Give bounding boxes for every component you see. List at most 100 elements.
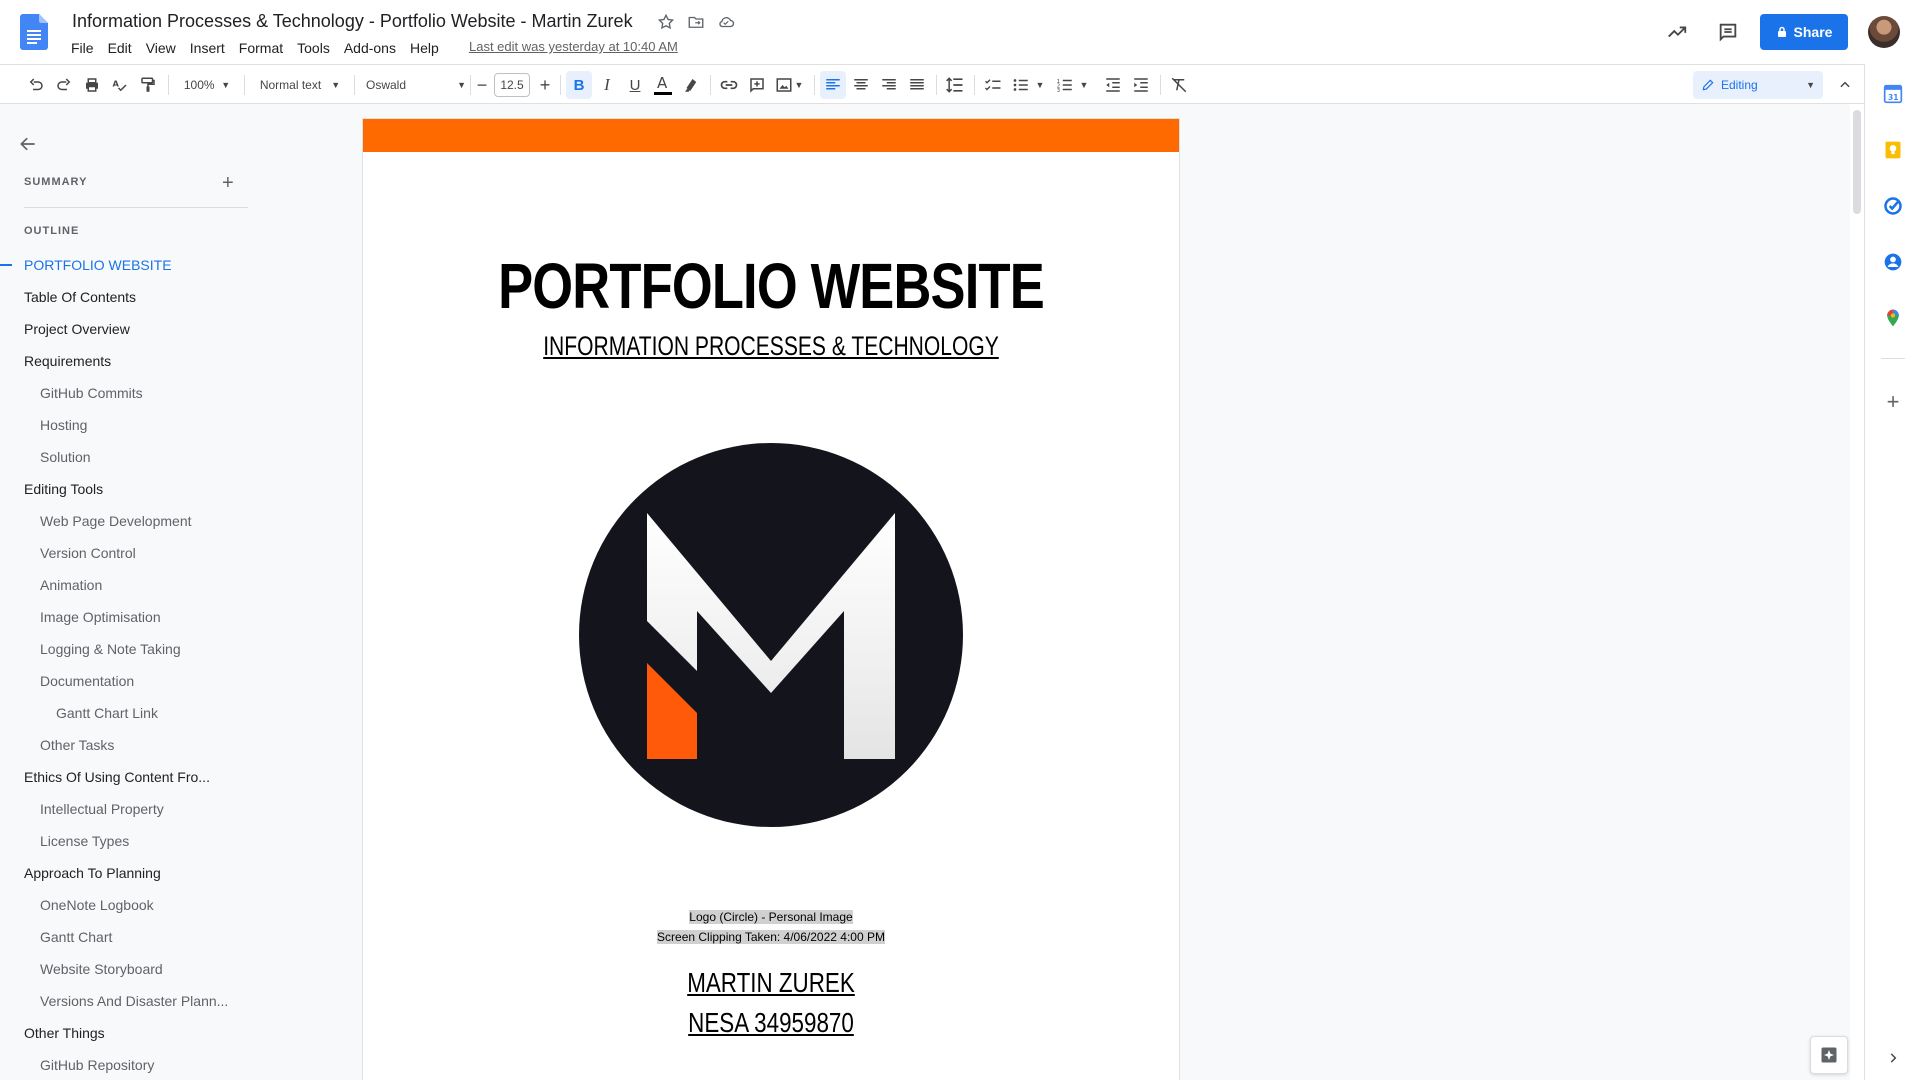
outline-item[interactable]: Approach To Planning	[24, 865, 161, 881]
outline-item[interactable]: Hosting	[40, 417, 87, 433]
outline-item[interactable]: Animation	[40, 577, 102, 593]
back-arrow-icon[interactable]	[18, 134, 38, 159]
increase-font-size-button[interactable]: +	[534, 65, 556, 105]
comments-icon[interactable]	[1714, 18, 1742, 46]
menu-edit[interactable]: Edit	[101, 38, 139, 58]
font-select[interactable]: Oswald ▼	[366, 65, 466, 105]
outline-item[interactable]: OneNote Logbook	[40, 897, 154, 913]
outline-item[interactable]: Requirements	[24, 353, 111, 369]
outline-item[interactable]: Ethics Of Using Content Fro...	[24, 769, 210, 785]
align-center-icon[interactable]	[848, 65, 874, 105]
get-addons-plus-icon[interactable]: +	[1881, 389, 1905, 414]
outline-item[interactable]: GitHub Commits	[40, 385, 143, 401]
checklist-icon[interactable]	[980, 65, 1006, 105]
avatar[interactable]	[1868, 16, 1900, 48]
outline-item[interactable]: Website Storyboard	[40, 961, 163, 977]
redo-icon[interactable]	[52, 65, 76, 105]
contacts-icon[interactable]	[1881, 250, 1905, 274]
last-edit-link[interactable]: Last edit was yesterday at 10:40 AM	[469, 39, 678, 54]
lock-icon	[1777, 26, 1786, 37]
share-button[interactable]: Share	[1760, 14, 1848, 50]
document-outline-panel: SUMMARY + OUTLINE PORTFOLIO WEBSITE Table…	[0, 104, 262, 1080]
outline-item[interactable]: GitHub Repository	[40, 1057, 154, 1073]
increase-indent-icon[interactable]	[1128, 65, 1154, 105]
menu-bar: File Edit View Insert Format Tools Add-o…	[64, 38, 446, 58]
spellcheck-icon[interactable]: A	[108, 65, 132, 105]
outline-item[interactable]: Image Optimisation	[40, 609, 161, 625]
docs-logo-icon[interactable]	[20, 14, 48, 50]
zoom-select[interactable]: 100% ▼	[176, 65, 238, 105]
outline-item[interactable]: Editing Tools	[24, 481, 103, 497]
outline-item[interactable]: Project Overview	[24, 321, 130, 337]
personal-logo-image[interactable]	[579, 443, 963, 827]
document-subheading: INFORMATION PROCESSES & TECHNOLOGY	[543, 331, 999, 361]
add-comment-icon[interactable]	[744, 65, 770, 105]
hide-menus-chevron-up-icon[interactable]	[1832, 65, 1858, 105]
decrease-font-size-button[interactable]: −	[472, 65, 492, 105]
justify-icon[interactable]	[904, 65, 930, 105]
line-spacing-icon[interactable]	[942, 65, 968, 105]
chevron-down-icon: ▼	[221, 80, 231, 90]
chevron-down-icon: ▼	[457, 80, 466, 90]
outline-item[interactable]: Other Tasks	[40, 737, 114, 753]
underline-icon[interactable]: U	[622, 65, 648, 105]
menu-view[interactable]: View	[139, 38, 183, 58]
menu-tools[interactable]: Tools	[290, 38, 337, 58]
align-left-icon[interactable]	[820, 71, 846, 99]
paint-format-icon[interactable]	[136, 65, 160, 105]
outline-item[interactable]: Logging & Note Taking	[40, 641, 181, 657]
outline-item[interactable]: Intellectual Property	[40, 801, 164, 817]
align-right-icon[interactable]	[876, 65, 902, 105]
outline-item[interactable]: Documentation	[40, 673, 134, 689]
print-icon[interactable]	[80, 65, 104, 105]
menu-file[interactable]: File	[64, 38, 101, 58]
undo-icon[interactable]	[24, 65, 48, 105]
outline-item[interactable]: Version Control	[40, 545, 136, 561]
outline-item[interactable]: Web Page Development	[40, 513, 192, 529]
outline-item[interactable]: Solution	[40, 449, 91, 465]
bold-icon[interactable]: B	[566, 71, 592, 99]
clear-formatting-icon[interactable]	[1166, 65, 1192, 105]
outline-item[interactable]: Versions And Disaster Plann...	[40, 993, 228, 1009]
bulleted-list-icon[interactable]: ▼	[1008, 65, 1048, 105]
highlight-color-icon[interactable]	[678, 65, 704, 105]
star-icon[interactable]	[656, 12, 676, 32]
scroll-thumb[interactable]	[1853, 110, 1861, 214]
activity-trend-icon[interactable]	[1663, 18, 1691, 46]
image-caption-2: Screen Clipping Taken: 4/06/2022 4:00 PM	[363, 930, 1179, 944]
show-side-panel-chevron-icon[interactable]	[1881, 1046, 1905, 1070]
decrease-indent-icon[interactable]	[1100, 65, 1126, 105]
numbered-list-icon[interactable]: 1 2 3 ▼	[1052, 65, 1092, 105]
outline-item[interactable]: Table Of Contents	[24, 289, 136, 305]
tasks-icon[interactable]	[1881, 194, 1905, 218]
editing-mode-select[interactable]: Editing ▼	[1693, 71, 1823, 99]
insert-image-icon[interactable]: ▼	[772, 65, 806, 105]
outline-item[interactable]: PORTFOLIO WEBSITE	[24, 257, 172, 273]
maps-icon[interactable]	[1881, 306, 1905, 330]
outline-item[interactable]: Gantt Chart Link	[56, 705, 158, 721]
add-summary-plus-icon[interactable]: +	[222, 172, 234, 195]
document-page[interactable]: PORTFOLIO WEBSITE INFORMATION PROCESSES …	[363, 119, 1179, 1080]
outline-item[interactable]: License Types	[40, 833, 129, 849]
menu-format[interactable]: Format	[232, 38, 290, 58]
author-name: MARTIN ZUREK	[687, 967, 855, 998]
outline-item[interactable]: Other Things	[24, 1025, 105, 1041]
document-title[interactable]: Information Processes & Technology - Por…	[72, 11, 633, 32]
font-size-input[interactable]: 12.5	[494, 73, 530, 97]
summary-heading: SUMMARY	[24, 176, 88, 188]
document-canvas[interactable]: PORTFOLIO WEBSITE INFORMATION PROCESSES …	[262, 104, 1852, 1080]
menu-addons[interactable]: Add-ons	[337, 38, 403, 58]
calendar-icon[interactable]: 31	[1881, 82, 1905, 106]
insert-link-icon[interactable]	[716, 65, 742, 105]
italic-icon[interactable]: I	[594, 65, 620, 105]
move-folder-icon[interactable]	[686, 12, 706, 32]
style-select[interactable]: Normal text ▼	[252, 65, 348, 105]
cloud-status-icon[interactable]	[716, 12, 736, 32]
outline-item[interactable]: Gantt Chart	[40, 929, 112, 945]
menu-insert[interactable]: Insert	[183, 38, 232, 58]
menu-help[interactable]: Help	[403, 38, 446, 58]
vertical-scrollbar[interactable]	[1850, 104, 1864, 1080]
explore-assistant-icon[interactable]	[1810, 1036, 1848, 1074]
text-color-icon[interactable]: A	[650, 65, 676, 105]
keep-icon[interactable]	[1881, 138, 1905, 162]
